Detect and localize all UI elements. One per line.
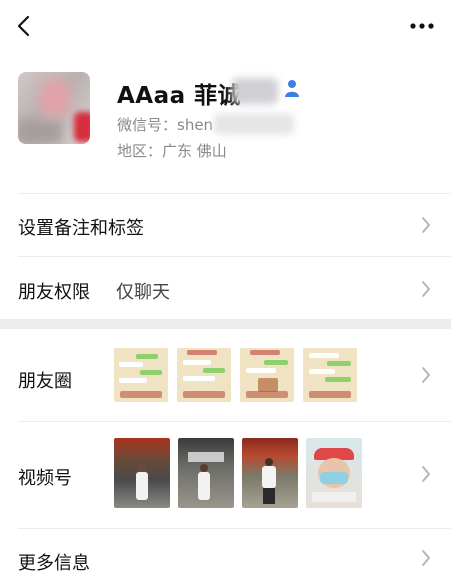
moments-row[interactable]: 朋友圈: [0, 329, 451, 421]
moment-thumbnail[interactable]: [177, 348, 231, 402]
name-redaction: [232, 78, 278, 104]
more-info-label: 更多信息: [18, 553, 90, 574]
chevron-right-icon: [422, 281, 430, 297]
video-thumbnail[interactable]: [306, 438, 362, 508]
remark-tags-label: 设置备注和标签: [18, 218, 144, 239]
region: 地区：广东 佛山: [117, 142, 227, 160]
friend-permission-value: 仅聊天: [116, 282, 170, 303]
moments-label: 朋友圈: [18, 371, 72, 392]
wechat-id-redaction: [214, 114, 294, 134]
chevron-right-icon: [422, 466, 430, 482]
top-bar: [0, 0, 451, 52]
friend-permission-label: 朋友权限: [18, 282, 90, 303]
moment-thumbnail[interactable]: [303, 348, 357, 402]
section-gap: [0, 319, 451, 329]
video-channel-label: 视频号: [18, 468, 72, 489]
friend-permission-row[interactable]: 朋友权限 仅聊天: [0, 257, 451, 319]
video-thumbnails: [114, 438, 362, 508]
chevron-left-icon: [17, 15, 30, 37]
more-button[interactable]: [407, 14, 437, 38]
more-dots-icon: [410, 23, 434, 29]
video-channel-row[interactable]: 视频号: [0, 422, 451, 528]
moment-thumbnail[interactable]: [240, 348, 294, 402]
profile-header: AAaa 菲诚 微信号：shen 地区：广东 佛山: [0, 60, 451, 180]
chevron-right-icon: [422, 550, 430, 566]
wechat-id: 微信号：shen: [117, 116, 214, 134]
back-button[interactable]: [10, 10, 40, 42]
avatar[interactable]: [18, 72, 90, 144]
chevron-right-icon: [422, 367, 430, 383]
gender-icon: [285, 80, 299, 97]
video-thumbnail[interactable]: [242, 438, 298, 508]
more-info-row[interactable]: 更多信息: [0, 529, 451, 574]
video-thumbnail[interactable]: [114, 438, 170, 508]
moments-thumbnails: [114, 348, 357, 402]
profile-name: AAaa 菲诚: [117, 83, 242, 109]
remark-tags-row[interactable]: 设置备注和标签: [0, 194, 451, 256]
moment-thumbnail[interactable]: [114, 348, 168, 402]
chevron-right-icon: [422, 217, 430, 233]
video-thumbnail[interactable]: [178, 438, 234, 508]
